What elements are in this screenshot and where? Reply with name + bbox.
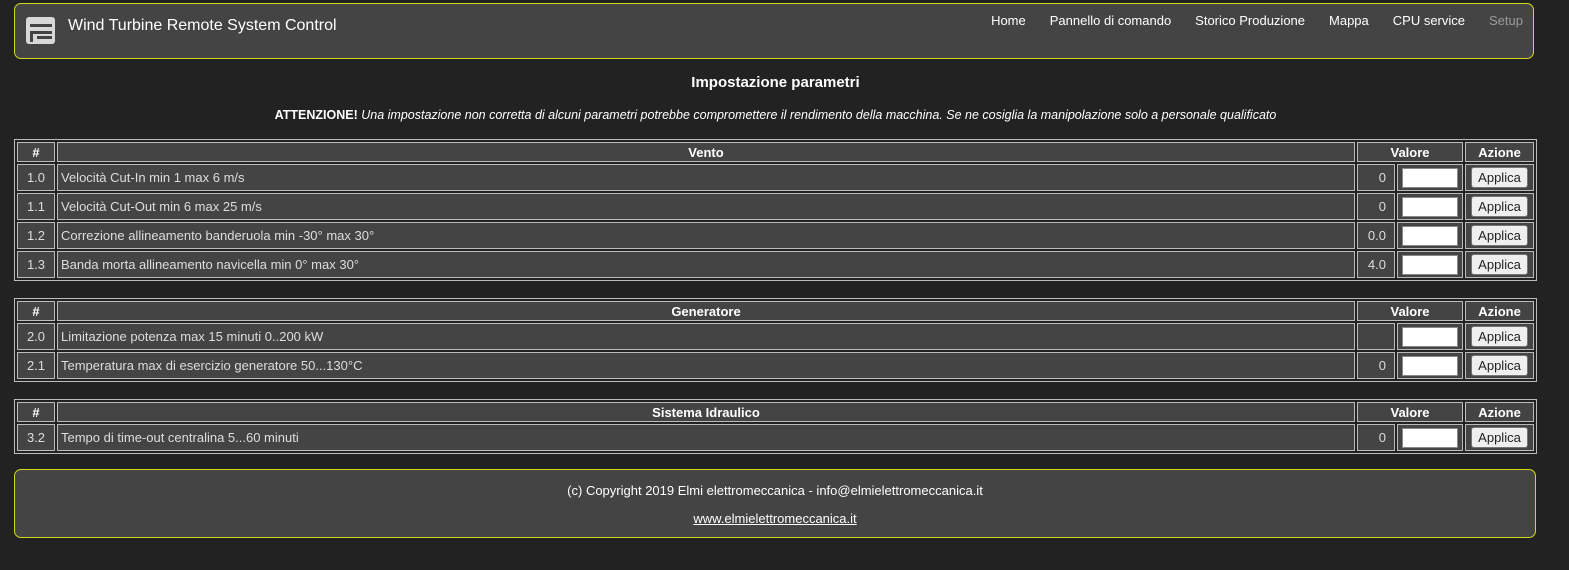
warning-text: Una impostazione non corretta di alcuni …	[361, 108, 1277, 122]
param-num: 1.0	[17, 164, 55, 191]
param-value-input[interactable]	[1402, 355, 1458, 376]
applica-button[interactable]: Applica	[1471, 427, 1528, 448]
params-table-sistema-idraulico: # Sistema Idraulico Valore Azione 3.2 Te…	[14, 399, 1537, 454]
col-header-azione: Azione	[1465, 142, 1534, 162]
param-current-value	[1357, 323, 1395, 350]
footer: (c) Copyright 2019 Elmi elettromeccanica…	[14, 469, 1536, 538]
col-header-section: Vento	[57, 142, 1355, 162]
turbine-logo-icon	[26, 17, 55, 44]
param-action-cell: Applica	[1465, 323, 1534, 350]
param-description: Limitazione potenza max 15 minuti 0..200…	[57, 323, 1355, 350]
applica-button[interactable]: Applica	[1471, 355, 1528, 376]
param-description: Velocità Cut-In min 1 max 6 m/s	[57, 164, 1355, 191]
param-description: Temperatura max di esercizio generatore …	[57, 352, 1355, 379]
param-num: 3.2	[17, 424, 55, 451]
param-current-value: 4.0	[1357, 251, 1395, 278]
table-row: 1.2 Correzione allineamento banderuola m…	[17, 222, 1534, 249]
website-link[interactable]: www.elmielettromeccanica.it	[693, 511, 856, 526]
copyright-text: (c) Copyright 2019 Elmi elettromeccanica…	[567, 483, 983, 498]
param-value-input[interactable]	[1402, 326, 1458, 347]
param-input-cell	[1397, 352, 1463, 379]
param-num: 1.1	[17, 193, 55, 220]
col-header-valore: Valore	[1357, 142, 1463, 162]
param-value-input[interactable]	[1402, 196, 1458, 217]
applica-button[interactable]: Applica	[1471, 225, 1528, 246]
warning-label: ATTENZIONE!	[274, 108, 358, 122]
param-input-cell	[1397, 424, 1463, 451]
param-action-cell: Applica	[1465, 222, 1534, 249]
table-row: 1.1 Velocità Cut-Out min 6 max 25 m/s 0 …	[17, 193, 1534, 220]
param-input-cell	[1397, 222, 1463, 249]
param-num: 1.2	[17, 222, 55, 249]
param-description: Banda morta allineamento navicella min 0…	[57, 251, 1355, 278]
table-row: 2.1 Temperatura max di esercizio generat…	[17, 352, 1534, 379]
param-input-cell	[1397, 251, 1463, 278]
param-input-cell	[1397, 193, 1463, 220]
applica-button[interactable]: Applica	[1471, 196, 1528, 217]
param-num: 1.3	[17, 251, 55, 278]
param-description: Correzione allineamento banderuola min -…	[57, 222, 1355, 249]
param-current-value: 0	[1357, 352, 1395, 379]
col-header-azione: Azione	[1465, 402, 1534, 422]
col-header-num: #	[17, 301, 55, 321]
page-title: Impostazione parametri	[691, 74, 860, 91]
nav-storico-produzione[interactable]: Storico Produzione	[1195, 13, 1305, 28]
param-description: Velocità Cut-Out min 6 max 25 m/s	[57, 193, 1355, 220]
params-table-vento: # Vento Valore Azione 1.0 Velocità Cut-I…	[14, 139, 1537, 281]
col-header-section: Generatore	[57, 301, 1355, 321]
param-action-cell: Applica	[1465, 164, 1534, 191]
nav-mappa[interactable]: Mappa	[1329, 13, 1369, 28]
col-header-azione: Azione	[1465, 301, 1534, 321]
nav-home[interactable]: Home	[991, 13, 1026, 28]
param-value-input[interactable]	[1402, 427, 1458, 448]
param-current-value: 0	[1357, 164, 1395, 191]
param-current-value: 0	[1357, 193, 1395, 220]
table-row: 2.0 Limitazione potenza max 15 minuti 0.…	[17, 323, 1534, 350]
param-value-input[interactable]	[1402, 225, 1458, 246]
table-row: 3.2 Tempo di time-out centralina 5...60 …	[17, 424, 1534, 451]
col-header-num: #	[17, 142, 55, 162]
col-header-valore: Valore	[1357, 301, 1463, 321]
table-header-row: # Vento Valore Azione	[17, 142, 1534, 162]
params-table-generatore: # Generatore Valore Azione 2.0 Limitazio…	[14, 298, 1537, 382]
nav-setup[interactable]: Setup	[1489, 13, 1523, 28]
col-header-section: Sistema Idraulico	[57, 402, 1355, 422]
nav-cpu-service[interactable]: CPU service	[1393, 13, 1465, 28]
param-current-value: 0.0	[1357, 222, 1395, 249]
param-action-cell: Applica	[1465, 251, 1534, 278]
param-input-cell	[1397, 323, 1463, 350]
param-num: 2.0	[17, 323, 55, 350]
param-action-cell: Applica	[1465, 193, 1534, 220]
param-description: Tempo di time-out centralina 5...60 minu…	[57, 424, 1355, 451]
param-num: 2.1	[17, 352, 55, 379]
nav-pannello-di-comando[interactable]: Pannello di comando	[1050, 13, 1171, 28]
applica-button[interactable]: Applica	[1471, 167, 1528, 188]
param-current-value: 0	[1357, 424, 1395, 451]
col-header-num: #	[17, 402, 55, 422]
col-header-valore: Valore	[1357, 402, 1463, 422]
applica-button[interactable]: Applica	[1471, 326, 1528, 347]
param-input-cell	[1397, 164, 1463, 191]
table-header-row: # Generatore Valore Azione	[17, 301, 1534, 321]
table-header-row: # Sistema Idraulico Valore Azione	[17, 402, 1534, 422]
param-action-cell: Applica	[1465, 352, 1534, 379]
header-bar: Wind Turbine Remote System Control Home …	[14, 3, 1534, 59]
param-action-cell: Applica	[1465, 424, 1534, 451]
table-row: 1.3 Banda morta allineamento navicella m…	[17, 251, 1534, 278]
warning-message: ATTENZIONE! Una impostazione non corrett…	[0, 108, 1551, 122]
app-title: Wind Turbine Remote System Control	[68, 17, 337, 34]
applica-button[interactable]: Applica	[1471, 254, 1528, 275]
param-value-input[interactable]	[1402, 167, 1458, 188]
main-nav: Home Pannello di comando Storico Produzi…	[967, 13, 1523, 28]
table-row: 1.0 Velocità Cut-In min 1 max 6 m/s 0 Ap…	[17, 164, 1534, 191]
param-value-input[interactable]	[1402, 254, 1458, 275]
